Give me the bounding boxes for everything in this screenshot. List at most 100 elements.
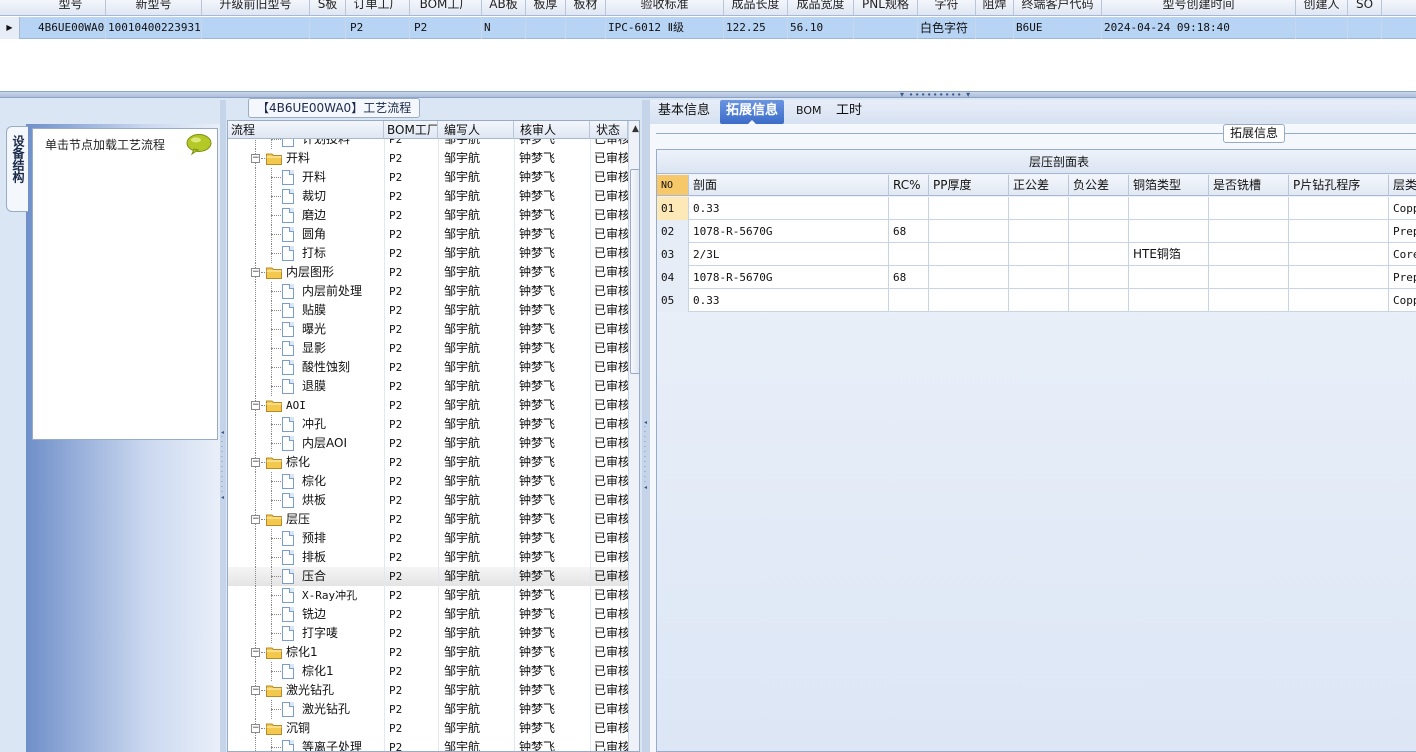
lamination-col-header[interactable]: 正公差 [1009,175,1069,196]
tree-row[interactable]: X-Ray冲孔 P2 邹宇航 钟梦飞 已审核 [228,586,628,605]
lamination-cell[interactable]: 01 [657,197,689,220]
lamination-cell[interactable] [1009,289,1069,312]
lamination-cell[interactable] [1209,289,1289,312]
lamination-cell[interactable] [1069,289,1129,312]
tree-row[interactable]: − 沉铜 P2 邹宇航 钟梦飞 已审核 [228,719,628,738]
cell-char[interactable]: 白色字符 [918,17,976,39]
top-col-header[interactable]: PNL规格 [854,0,918,15]
top-col-header[interactable]: S板 [310,0,346,15]
cell-created-time[interactable]: 2024-04-24 09:18:40 [1102,17,1296,39]
top-col-header[interactable]: 型号 [36,0,106,15]
lamination-cell[interactable] [929,197,1009,220]
cell-s-board[interactable] [310,17,346,39]
tree-row[interactable]: 打标 P2 邹宇航 钟梦飞 已审核 [228,244,628,263]
lamination-cell[interactable] [1069,220,1129,243]
cell-mask[interactable] [976,17,1014,39]
cell-length[interactable]: 122.25 [724,17,788,39]
cell-ab-board[interactable]: N [482,17,526,39]
lamination-cell[interactable]: 1078-R-5670G [689,266,889,289]
lamination-cell[interactable] [1129,220,1209,243]
tab-basic-info[interactable]: 基本信息 [652,100,716,124]
lamination-row[interactable]: 032/3L HTE铜箔 Core [657,243,1416,266]
lamination-cell[interactable] [1289,266,1389,289]
collapse-toggle-icon[interactable]: − [251,724,260,733]
lamination-cell[interactable] [889,289,929,312]
top-col-header[interactable]: 板材 [566,0,606,15]
lamination-cell[interactable] [1289,243,1389,266]
tree-row[interactable]: 压合 P2 邹宇航 钟梦飞 已审核 [228,567,628,586]
lamination-cell[interactable] [1009,197,1069,220]
lamination-cell[interactable] [1209,220,1289,243]
lamination-cell[interactable]: 03 [657,243,689,266]
lamination-cell[interactable] [1289,220,1389,243]
lamination-col-header[interactable]: PP厚度 [929,175,1009,196]
model-grid-row-selected[interactable]: ▶ 4B6UE00WA0 10010400223931 P2 P2 N IPC-… [0,17,1416,39]
lamination-row[interactable]: 041078-R-5670G68 Prep [657,266,1416,289]
lamination-cell[interactable] [889,197,929,220]
scroll-up-arrow-icon[interactable]: ▲ [629,123,639,135]
lamination-cell[interactable]: 68 [889,220,929,243]
tree-row[interactable]: 排板 P2 邹宇航 钟梦飞 已审核 [228,548,628,567]
top-col-header[interactable]: BOM工厂 [410,0,482,15]
tree-row[interactable]: 铣边 P2 邹宇航 钟梦飞 已审核 [228,605,628,624]
collapse-toggle-icon[interactable]: − [251,154,260,163]
top-col-header[interactable]: SO [1348,0,1382,15]
tab-extended-info[interactable]: 拓展信息 [720,100,785,125]
lamination-col-header[interactable]: P片钻孔程序 [1289,175,1389,196]
top-col-header[interactable]: 板厚 [526,0,566,15]
tree-row[interactable]: 裁切 P2 邹宇航 钟梦飞 已审核 [228,187,628,206]
tree-row[interactable]: 棕化1 P2 邹宇航 钟梦飞 已审核 [228,662,628,681]
tree-row[interactable]: 打字唛 P2 邹宇航 钟梦飞 已审核 [228,624,628,643]
tree-vertical-scrollbar[interactable]: ▲ [628,121,639,751]
tree-row[interactable]: − 层压 P2 邹宇航 钟梦飞 已审核 [228,510,628,529]
lamination-cell[interactable] [1289,289,1389,312]
tree-row[interactable]: 烘板 P2 邹宇航 钟梦飞 已审核 [228,491,628,510]
lamination-cell[interactable] [1129,289,1209,312]
lamination-cell[interactable]: Core [1389,243,1416,266]
top-col-header[interactable]: 终端客户代码 [1014,0,1102,15]
horizontal-splitter[interactable]: ▾ ∙∙∙∙∙∙∙∙∙ ▾ [0,91,1416,99]
lamination-cell[interactable] [929,266,1009,289]
tree-row[interactable]: 显影 P2 邹宇航 钟梦飞 已审核 [228,339,628,358]
left-splitter[interactable]: ◂ · · · · · · · · · · · · ◂ [220,100,226,752]
tree-row[interactable]: 退膜 P2 邹宇航 钟梦飞 已审核 [228,377,628,396]
tree-row[interactable]: 棕化 P2 邹宇航 钟梦飞 已审核 [228,472,628,491]
lamination-row[interactable]: 021078-R-5670G68 Prep [657,220,1416,243]
tree-row[interactable]: − 开料 P2 邹宇航 钟梦飞 已审核 [228,149,628,168]
cell-pnl[interactable] [854,17,918,39]
tree-row[interactable]: 曝光 P2 邹宇航 钟梦飞 已审核 [228,320,628,339]
lamination-row[interactable]: 050.33 Copp [657,289,1416,312]
lamination-cell[interactable] [1209,197,1289,220]
top-col-header[interactable]: 创建人 [1296,0,1348,15]
top-col-header[interactable]: 验收标准 [606,0,724,15]
tree-row[interactable]: − 内层图形 P2 邹宇航 钟梦飞 已审核 [228,263,628,282]
lamination-cell[interactable] [1129,197,1209,220]
right-splitter[interactable]: ◂ · · · · · · · · · · · · ◂ [642,100,650,752]
lamination-row[interactable]: 010.33 Copp [657,197,1416,220]
cell-so[interactable] [1348,17,1382,39]
lamination-cell[interactable] [1289,197,1389,220]
cell-width[interactable]: 56.10 [788,17,854,39]
collapse-toggle-icon[interactable]: − [251,515,260,524]
lamination-col-header[interactable]: 负公差 [1069,175,1129,196]
scroll-thumb[interactable] [630,169,639,374]
lamination-cell[interactable] [889,243,929,266]
tree-row[interactable]: 冲孔 P2 邹宇航 钟梦飞 已审核 [228,415,628,434]
lamination-cell[interactable] [929,243,1009,266]
top-col-header[interactable]: 成品宽度 [788,0,854,15]
cell-new-model[interactable]: 10010400223931 [106,17,202,39]
top-col-header[interactable]: 新型号 [106,0,202,15]
lamination-cell[interactable] [1069,266,1129,289]
lamination-cell[interactable] [1209,266,1289,289]
cell-creator[interactable] [1296,17,1348,39]
lamination-cell[interactable]: 0.33 [689,197,889,220]
lamination-cell[interactable]: 0.33 [689,289,889,312]
cell-material[interactable] [566,17,606,39]
lamination-cell[interactable]: 2/3L [689,243,889,266]
lamination-cell[interactable]: 05 [657,289,689,312]
cell-model[interactable]: 4B6UE00WA0 [36,17,106,39]
lamination-col-header[interactable]: 是否铣槽 [1209,175,1289,196]
tree-row[interactable]: 磨边 P2 邹宇航 钟梦飞 已审核 [228,206,628,225]
cell-old-model[interactable] [202,17,310,39]
tree-row[interactable]: 圆角 P2 邹宇航 钟梦飞 已审核 [228,225,628,244]
